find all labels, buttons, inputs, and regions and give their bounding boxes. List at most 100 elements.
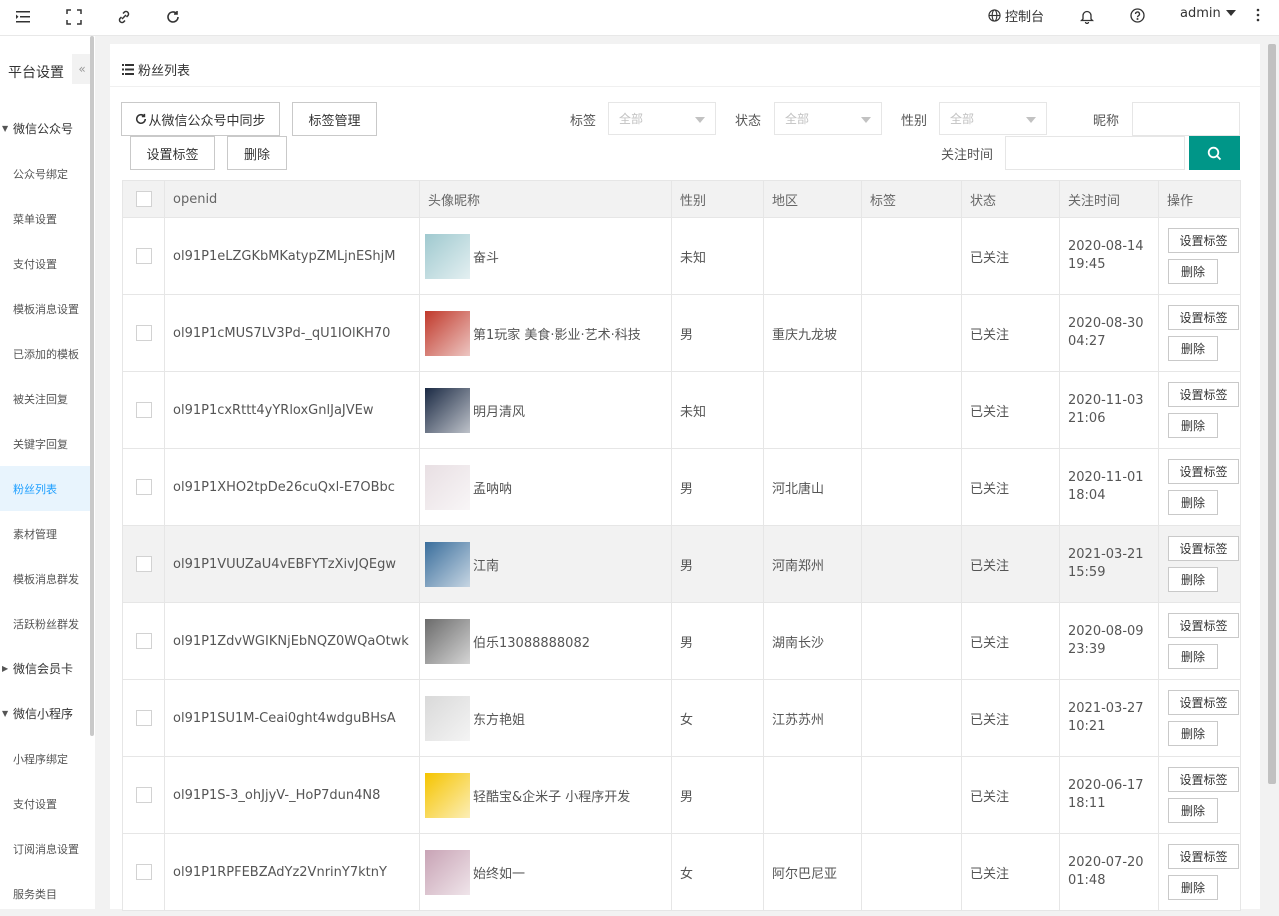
row-checkbox[interactable] [136,248,152,264]
row-checkbox[interactable] [136,787,152,803]
menu-toggle-icon[interactable] [13,6,35,28]
tag-select[interactable]: 全部 [608,102,716,135]
more-icon[interactable] [1247,4,1269,26]
nickname: 伯乐13088888082 [473,635,590,651]
row-set-tag-button[interactable]: 设置标签 [1168,844,1239,869]
avatar-nickname-cell: 始终如一 [419,833,672,911]
row-delete-button[interactable]: 删除 [1168,875,1218,900]
help-icon[interactable] [1126,4,1148,26]
refresh-icon[interactable] [162,6,184,28]
sidebar-group-label: 微信会员卡 [13,662,74,676]
delete-label: 删除 [243,147,270,163]
header-checkbox-cell [122,180,165,218]
status-select[interactable]: 全部 [774,102,882,135]
user-menu[interactable]: admin [1180,0,1236,28]
set-tag-button[interactable]: 设置标签 [130,136,215,170]
row-set-tag-button[interactable]: 设置标签 [1168,767,1239,792]
actions-cell: 设置标签 删除 [1158,217,1241,295]
collapse-icon[interactable]: « [72,54,92,84]
row-delete-button[interactable]: 删除 [1168,721,1218,746]
table-row: ol91P1S-3_ohJjyV-_HoP7dun4N8 轻酷宝&企米子 小程序开… [122,756,1241,834]
nickname-input[interactable] [1132,102,1240,136]
bell-icon[interactable] [1076,5,1098,27]
row-delete-button[interactable]: 删除 [1168,413,1218,438]
region-cell: 阿尔巴尼亚 [763,833,862,911]
row-set-tag-button[interactable]: 设置标签 [1168,613,1239,638]
sidebar-group-wechat-official[interactable]: ▼ 微信公众号 [0,106,90,151]
sidebar-item[interactable]: 活跃粉丝群发 [0,601,90,646]
sidebar-scrollbar[interactable] [90,36,94,736]
sidebar-item[interactable]: 支付设置 [0,241,90,286]
row-set-tag-button[interactable]: 设置标签 [1168,690,1239,715]
sidebar-item[interactable]: 支付设置 [0,781,90,826]
row-set-tag-button[interactable]: 设置标签 [1168,536,1239,561]
sync-button[interactable]: 从微信公众号中同步 [121,102,280,136]
gender-cell: 男 [671,756,764,834]
page-scrollbar[interactable] [1268,44,1276,784]
follow-time-cell: 2020-07-20 01:48 [1059,833,1159,911]
select-all-checkbox[interactable] [136,191,152,207]
status-cell: 已关注 [961,833,1060,911]
follow-time-input[interactable] [1005,136,1185,170]
follow-time-cell: 2020-08-30 04:27 [1059,294,1159,372]
sidebar-item[interactable]: 服务类目 [0,871,90,916]
row-checkbox-cell [122,679,165,757]
gender-select[interactable]: 全部 [939,102,1047,135]
avatar [425,618,470,664]
row-delete-button[interactable]: 删除 [1168,490,1218,515]
row-checkbox[interactable] [136,864,152,880]
row-set-tag-button[interactable]: 设置标签 [1168,382,1239,407]
sidebar-item[interactable]: 模板消息设置 [0,286,90,331]
row-set-tag-button[interactable]: 设置标签 [1168,305,1239,330]
row-checkbox[interactable] [136,710,152,726]
status-cell: 已关注 [961,371,1060,449]
table-row: ol91P1ZdvWGIKNjEbNQZ0WQaOtwk 伯乐1308888808… [122,602,1241,680]
actions-cell: 设置标签 删除 [1158,833,1241,911]
follow-time: 2020-06-17 18:11 [1068,778,1144,811]
sidebar-item-fans-list[interactable]: 粉丝列表 [0,466,90,511]
sidebar-item[interactable]: 被关注回复 [0,376,90,421]
row-checkbox[interactable] [136,479,152,495]
sidebar-item[interactable]: 公众号绑定 [0,151,90,196]
sidebar-title: 平台设置 [8,65,64,81]
tag-manage-button[interactable]: 标签管理 [292,102,377,136]
link-icon[interactable] [113,6,135,28]
sidebar-item[interactable]: 小程序绑定 [0,736,90,781]
row-delete-button[interactable]: 删除 [1168,798,1218,823]
row-set-tag-button[interactable]: 设置标签 [1168,228,1239,253]
sidebar-item[interactable]: 已添加的模板 [0,331,90,376]
sidebar-item[interactable]: 模板消息群发 [0,556,90,601]
sidebar-group-member-card[interactable]: ▶ 微信会员卡 [0,646,90,691]
row-checkbox[interactable] [136,402,152,418]
row-checkbox-cell [122,756,165,834]
tag-cell [861,448,962,526]
follow-time: 2021-03-21 15:59 [1068,547,1144,580]
sidebar-item[interactable]: 素材管理 [0,511,90,556]
row-delete-button[interactable]: 删除 [1168,644,1218,669]
follow-time-cell: 2020-08-09 23:39 [1059,602,1159,680]
search-button[interactable] [1189,136,1240,170]
row-checkbox[interactable] [136,556,152,572]
nickname: 东方艳姐 [473,712,526,728]
row-checkbox-cell [122,294,165,372]
openid-cell: ol91P1cMUS7LV3Pd-_qU1IOlKH70 [164,294,420,372]
row-delete-button[interactable]: 删除 [1168,259,1218,284]
sidebar-item[interactable]: 关键字回复 [0,421,90,466]
sidebar-group-mini-program[interactable]: ▼ 微信小程序 [0,691,90,736]
console-link[interactable]: 控制台 [988,0,1044,30]
gender-cell: 男 [671,525,764,603]
row-delete-button[interactable]: 删除 [1168,567,1218,592]
fullscreen-icon[interactable] [63,6,85,28]
table-row: ol91P1SU1M-Ceai0ght4wdguBHsA 东方艳姐 女江苏苏州 已关注… [122,679,1241,757]
status-cell: 已关注 [961,294,1060,372]
row-set-tag-button[interactable]: 设置标签 [1168,459,1239,484]
header-tag: 标签 [861,180,962,218]
sidebar-item[interactable]: 订阅消息设置 [0,826,90,871]
sidebar-item-label: 已添加的模板 [13,347,79,361]
row-checkbox[interactable] [136,325,152,341]
avatar [425,541,470,587]
row-delete-button[interactable]: 删除 [1168,336,1218,361]
sidebar-item[interactable]: 菜单设置 [0,196,90,241]
delete-button[interactable]: 删除 [227,136,287,170]
row-checkbox[interactable] [136,633,152,649]
